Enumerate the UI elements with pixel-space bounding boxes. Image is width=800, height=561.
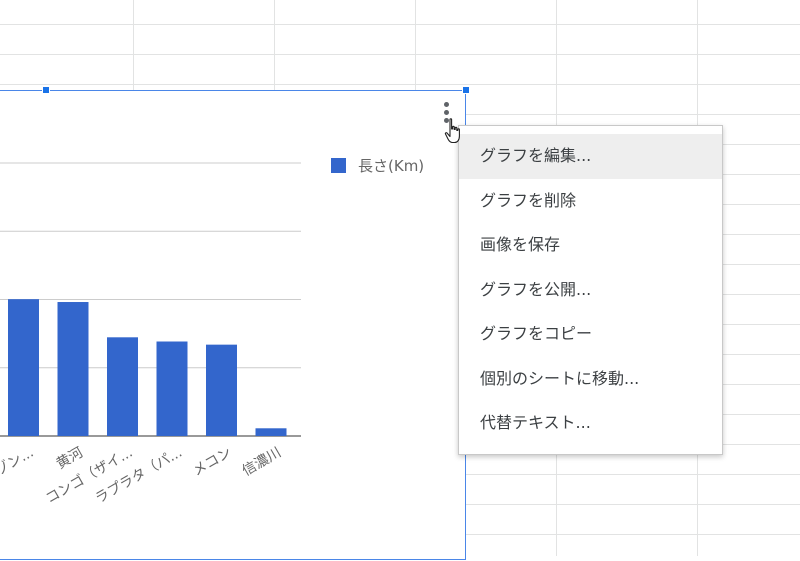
- kebab-dot: [443, 109, 449, 115]
- hand-pointer-icon: [444, 118, 460, 144]
- menu-item-edit-chart[interactable]: グラフを編集...: [459, 134, 722, 179]
- menu-item-copy-chart[interactable]: グラフをコピー: [459, 312, 722, 357]
- chart-context-menu: グラフを編集... グラフを削除 画像を保存 グラフを公開... グラフをコピー…: [458, 125, 723, 455]
- legend-label: 長さ(Km): [358, 157, 425, 175]
- x-tick-label-0: アマゾン...: [0, 445, 36, 494]
- chart-container[interactable]: アマゾン... 黄河 コンゴ（ザイ... ラプラタ（パ... メコン 信濃川 長さ(Km): [0, 90, 466, 560]
- bar-3[interactable]: [156, 341, 188, 437]
- kebab-dot: [443, 101, 449, 107]
- menu-item-delete-chart[interactable]: グラフを削除: [459, 179, 722, 224]
- x-tick-label-3: ラプラタ（パ...: [93, 445, 185, 508]
- bar-5[interactable]: [255, 428, 287, 436]
- x-tick-label-1: 黄河: [53, 444, 86, 473]
- x-tick-label-4: メコン: [190, 445, 234, 480]
- menu-item-alt-text[interactable]: 代替テキスト...: [459, 401, 722, 446]
- bar-1[interactable]: [57, 302, 89, 436]
- bar-4[interactable]: [206, 344, 237, 436]
- x-tick-label-5: 信濃川: [240, 445, 284, 480]
- resize-handle-top-right[interactable]: [462, 86, 470, 94]
- menu-item-move-to-own-sheet[interactable]: 個別のシートに移動...: [459, 357, 722, 402]
- bar-0[interactable]: [8, 299, 39, 436]
- legend-swatch: [331, 158, 346, 173]
- resize-handle-top-center[interactable]: [42, 86, 50, 94]
- chart-legend: 長さ(Km): [331, 155, 424, 176]
- menu-item-save-image[interactable]: 画像を保存: [459, 223, 722, 268]
- x-tick-label-2: コンゴ（ザイ...: [43, 444, 136, 507]
- menu-item-publish-chart[interactable]: グラフを公開...: [459, 268, 722, 313]
- bar-2[interactable]: [107, 337, 138, 436]
